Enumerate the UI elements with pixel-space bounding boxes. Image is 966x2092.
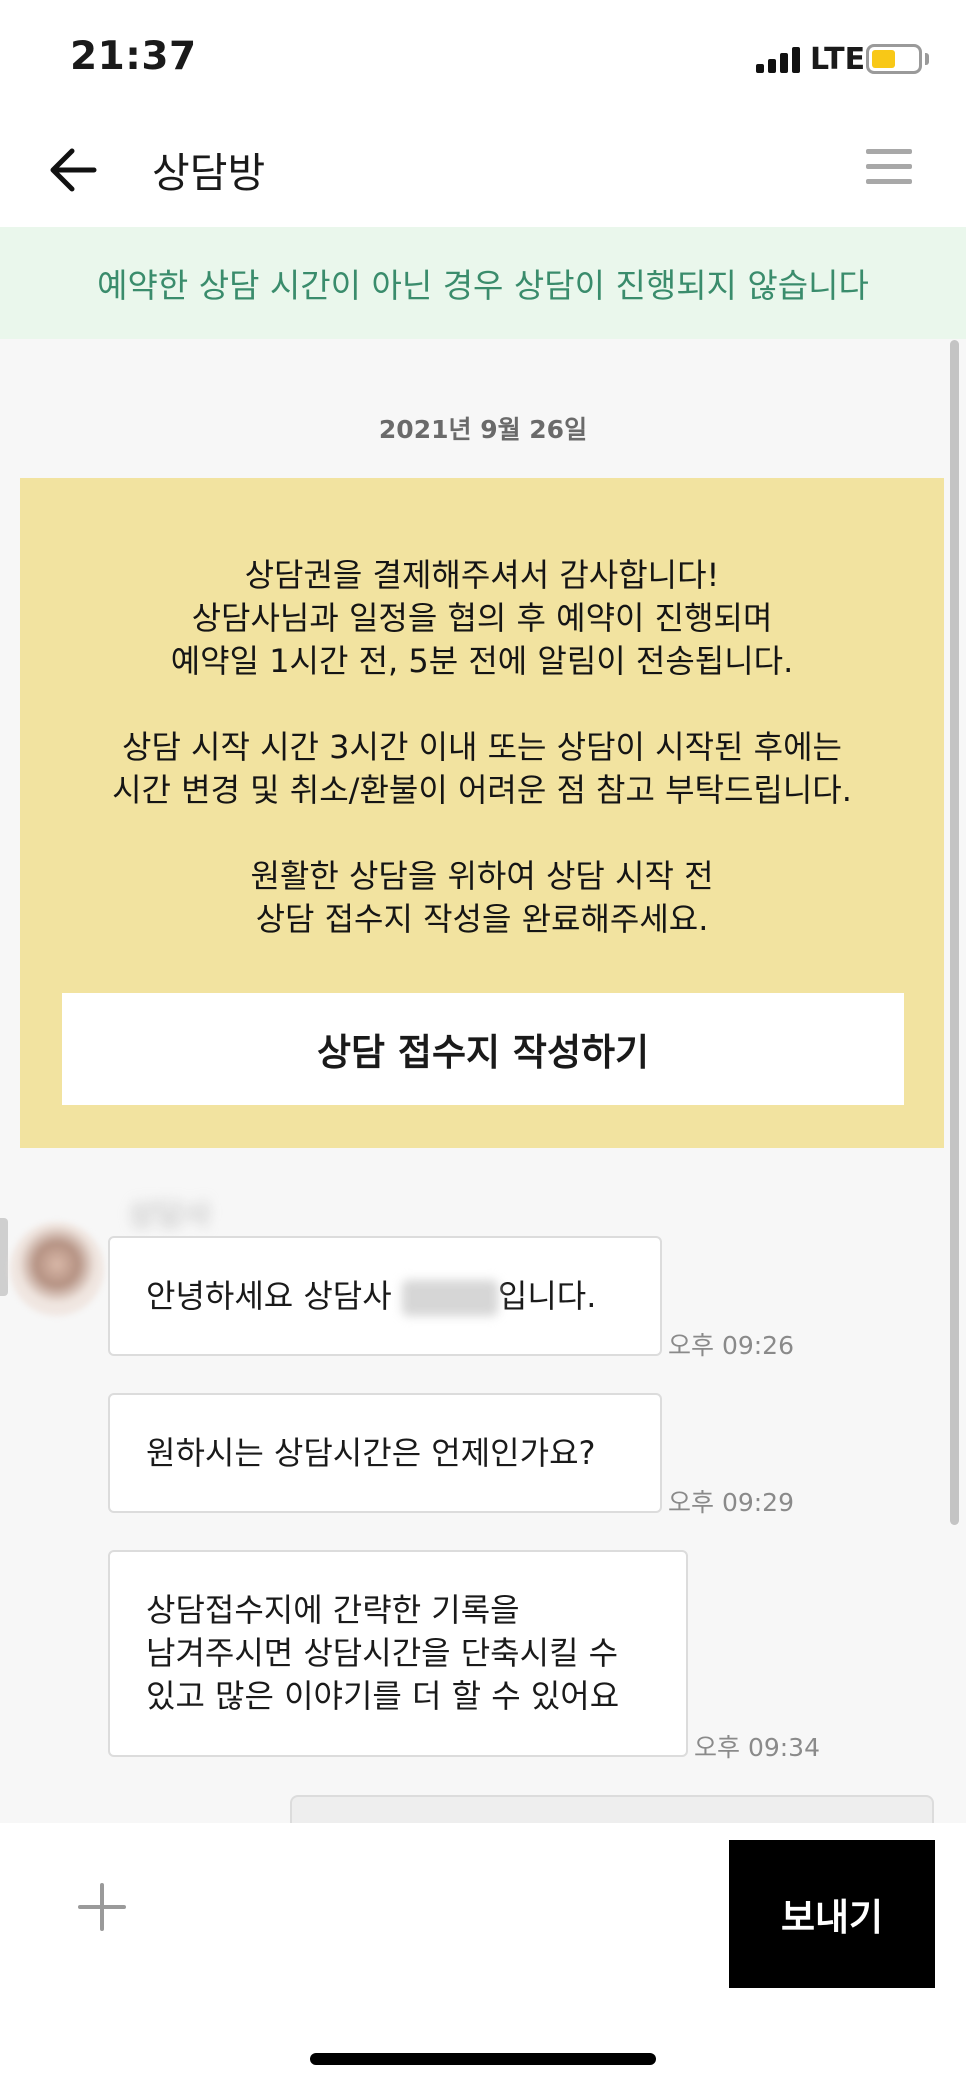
info-card-text: 상담권을 결제해주셔서 감사합니다! 상담사님과 일정을 협의 후 예약이 진행… xyxy=(20,554,944,941)
redacted-name xyxy=(401,1279,498,1316)
message-composer: 보내기 xyxy=(0,1823,966,2092)
message-text: 남겨주시면 상담시간을 단축시킬 수 xyxy=(146,1634,619,1672)
message-time: 오후 09:26 xyxy=(668,1331,794,1360)
plus-icon xyxy=(78,1883,126,1931)
back-button[interactable] xyxy=(40,135,110,205)
write-intake-form-button[interactable]: 상담 접수지 작성하기 xyxy=(62,993,904,1105)
arrow-left-icon xyxy=(50,148,97,192)
menu-button[interactable] xyxy=(866,149,916,189)
counselor-avatar[interactable] xyxy=(10,1222,104,1316)
info-line: 상담 접수지 작성을 완료해주세요. xyxy=(255,900,709,938)
message-bubble: 상담접수지에 간략한 기록을 남겨주시면 상담시간을 단축시킬 수 있고 많은 … xyxy=(108,1550,688,1757)
message-text: 입니다. xyxy=(497,1276,597,1315)
notice-banner: 예약한 상담 시간이 아닌 경우 상담이 진행되지 않습니다 xyxy=(0,227,966,339)
page-title: 상담방 xyxy=(152,149,266,197)
info-line: 시간 변경 및 취소/환불이 어려운 점 참고 부탁드립니다. xyxy=(112,771,852,809)
info-line: 상담 시작 시간 3시간 이내 또는 상담이 시작된 후에는 xyxy=(122,728,842,766)
attach-button[interactable] xyxy=(76,1881,128,1933)
message-bubble: 안녕하세요 상담사 입니다. xyxy=(108,1236,662,1356)
battery-level xyxy=(872,50,895,68)
nav-bar: 상담방 xyxy=(0,115,966,227)
message-text: 안녕하세요 상담사 xyxy=(146,1276,402,1315)
network-label: LTE xyxy=(810,42,866,77)
info-line: 상담권을 결제해주셔서 감사합니다! xyxy=(244,556,720,594)
date-separator: 2021년 9월 26일 xyxy=(378,415,588,444)
battery-icon xyxy=(866,44,922,74)
message-time: 오후 09:34 xyxy=(694,1733,820,1762)
info-line: 예약일 1시간 전, 5분 전에 알림이 전송됩니다. xyxy=(170,642,794,680)
message-bubble: 원하시는 상담시간은 언제인가요? xyxy=(108,1393,662,1513)
info-line: 상담사님과 일정을 협의 후 예약이 진행되며 xyxy=(191,599,773,637)
status-bar: 21:37 LTE xyxy=(0,0,966,115)
send-button[interactable]: 보내기 xyxy=(729,1840,935,1988)
info-line: 원활한 상담을 위하여 상담 시작 전 xyxy=(250,857,714,895)
message-text: 있고 많은 이야기를 더 할 수 있어요 xyxy=(146,1677,620,1715)
message-input[interactable] xyxy=(160,1843,720,1973)
signal-icon xyxy=(756,47,802,73)
chat-scrollbar[interactable] xyxy=(950,340,959,1525)
sender-name-redacted: 상담사 xyxy=(128,1198,211,1233)
status-time: 21:37 xyxy=(70,34,197,79)
payment-info-card: 상담권을 결제해주셔서 감사합니다! 상담사님과 일정을 협의 후 예약이 진행… xyxy=(20,478,944,1148)
message-text: 원하시는 상담시간은 언제인가요? xyxy=(146,1433,596,1472)
message-text: 상담접수지에 간략한 기록을 xyxy=(146,1591,520,1629)
message-time: 오후 09:29 xyxy=(668,1488,794,1517)
home-indicator xyxy=(310,2053,656,2065)
notice-text: 예약한 상담 시간이 아닌 경우 상담이 진행되지 않습니다 xyxy=(97,266,869,305)
